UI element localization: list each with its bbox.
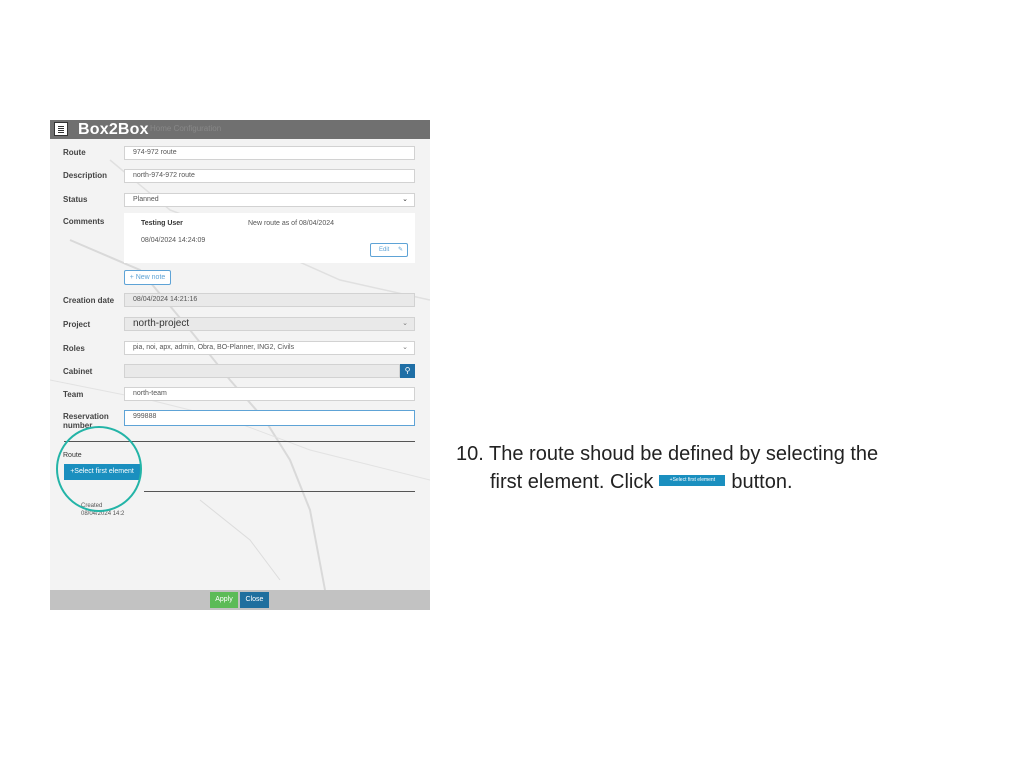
project-label: Project [63,320,91,329]
description-input[interactable]: north-974-972 route [124,169,415,183]
route-label: Route [63,148,86,157]
inline-select-first-element-button: +Select first element [659,475,726,487]
status-select[interactable]: Planned ⌄ [124,193,415,207]
team-label: Team [63,390,84,399]
comment-card: Testing User New route as of 08/04/2024 … [124,213,415,263]
instruction-line1: The route shoud be defined by selecting … [489,443,879,465]
creation-date-field: 08/04/2024 14:21:16 [124,293,415,307]
title-bar: Box2Box Home Configuration [50,120,430,139]
project-value: north-project [133,318,190,329]
close-button[interactable]: Close [240,592,269,608]
edit-comment-button[interactable]: Edit ✎ [370,243,408,257]
instruction-line-1: 10. The route shoud be defined by select… [456,440,996,468]
step-number: 10. [456,443,484,465]
route-input[interactable]: 974-972 route [124,146,415,160]
box2box-panel: Box2Box Home Configuration Route 974-972… [50,120,430,610]
comment-user: Testing User [141,220,183,227]
cabinet-label: Cabinet [63,367,93,376]
cabinet-input[interactable] [124,364,400,378]
chevron-down-icon: ⌄ [402,196,408,203]
list-icon[interactable] [54,122,68,136]
search-icon[interactable]: ⚲ [400,364,415,378]
instruction-line-2: first element. Click +Select first elemen… [456,468,996,496]
footer-bar: Apply Close [50,590,430,610]
status-value: Planned [133,196,159,203]
chevron-down-icon: ⌄ [402,344,408,351]
project-select[interactable]: north-project ⌄ [124,317,415,331]
instruction-text: 10. The route shoud be defined by select… [456,440,996,496]
comment-date: 08/04/2024 14:24:09 [141,237,206,244]
ghost-menu: Home Configuration [150,124,222,133]
chevron-down-icon: ⌄ [402,320,408,327]
new-note-button[interactable]: + New note [124,270,171,285]
roles-value: pia, noi, apx, admin, Obra, BO-Planner, … [133,344,295,351]
instruction-line2a: first element. Click [490,471,654,493]
roles-select[interactable]: pia, noi, apx, admin, Obra, BO-Planner, … [124,341,415,355]
roles-label: Roles [63,344,85,353]
edit-label: Edit [379,247,390,253]
comments-label: Comments [63,217,105,226]
description-label: Description [63,171,108,180]
reservation-label: Reservation [63,412,109,421]
divider [144,491,415,492]
highlight-circle [56,426,142,512]
instruction-line2b: button. [731,471,793,493]
apply-button[interactable]: Apply [210,592,238,608]
status-label: Status [63,195,88,204]
team-input[interactable]: north-team [124,387,415,401]
reservation-number-input[interactable]: 999888 [124,410,415,426]
comment-text: New route as of 08/04/2024 [248,220,335,227]
app-title: Box2Box [78,121,149,138]
pencil-icon: ✎ [397,247,403,253]
creation-date-label: Creation date [63,296,115,305]
